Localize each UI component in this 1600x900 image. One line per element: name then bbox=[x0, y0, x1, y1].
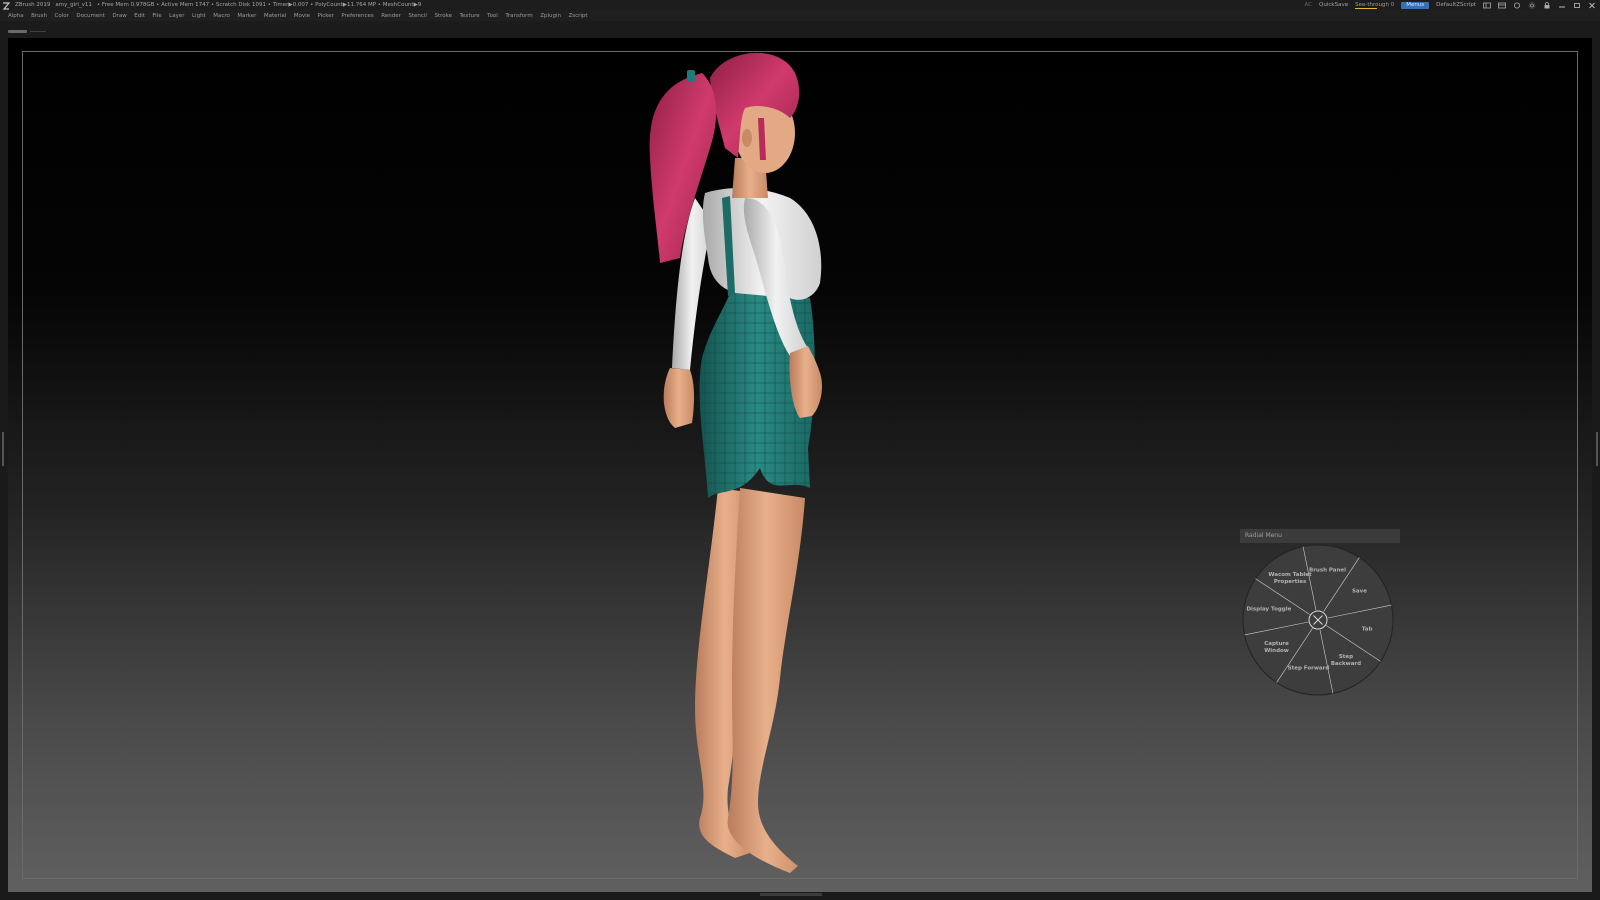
layout-icon[interactable] bbox=[1483, 2, 1491, 9]
radial-menu-panel[interactable]: Radial Menu Brush Panel Save Tab Step Backw… bbox=[1240, 529, 1400, 698]
menu-preferences[interactable]: Preferences bbox=[341, 13, 373, 19]
bottom-tray-handle[interactable] bbox=[760, 893, 822, 896]
menu-color[interactable]: Color bbox=[55, 13, 69, 19]
radial-menu-header[interactable]: Radial Menu bbox=[1240, 529, 1400, 543]
lock-icon[interactable] bbox=[1543, 1, 1551, 9]
see-through-slider[interactable]: See-through 0 bbox=[1355, 0, 1394, 10]
interface-icon[interactable] bbox=[1498, 2, 1506, 9]
character-3d-model[interactable] bbox=[640, 48, 870, 888]
memory-stats: • Free Mem 0.978GB • Active Mem 1747 • S… bbox=[96, 2, 422, 8]
menu-marker[interactable]: Marker bbox=[237, 13, 256, 19]
left-tray-handle[interactable] bbox=[2, 432, 4, 466]
hair-tie bbox=[687, 70, 695, 82]
radial-menu-title: Radial Menu bbox=[1245, 532, 1282, 539]
close-window-icon[interactable] bbox=[1588, 2, 1596, 9]
menu-alpha[interactable]: Alpha bbox=[8, 13, 24, 19]
gear-icon[interactable] bbox=[1528, 1, 1536, 9]
default-script-button[interactable]: DefaultZScript bbox=[1436, 0, 1476, 10]
front-leg bbox=[727, 488, 805, 873]
menu-stencil[interactable]: Stencil bbox=[408, 13, 427, 19]
menu-bar: Alpha Brush Color Document Draw Edit File Layer… bbox=[0, 10, 1600, 21]
tray-handle-secondary[interactable] bbox=[30, 31, 46, 32]
menu-picker[interactable]: Picker bbox=[318, 13, 334, 19]
menu-light[interactable]: Light bbox=[192, 13, 206, 19]
radial-item-step-forward[interactable]: Step Forward bbox=[1285, 666, 1331, 673]
menu-stroke[interactable]: Stroke bbox=[434, 13, 452, 19]
quicksave-button[interactable]: QuickSave bbox=[1319, 0, 1348, 10]
menu-file[interactable]: File bbox=[152, 13, 161, 19]
right-tray-handle[interactable] bbox=[1596, 432, 1598, 466]
back-hand bbox=[663, 368, 695, 428]
title-bar: ZBrush 2019 amy_girl_v11 • Free Mem 0.97… bbox=[0, 0, 1600, 10]
menu-zplugin[interactable]: Zplugin bbox=[540, 13, 561, 19]
menu-edit[interactable]: Edit bbox=[134, 13, 145, 19]
restore-icon[interactable] bbox=[1573, 2, 1581, 9]
menu-document[interactable]: Document bbox=[76, 13, 105, 19]
radial-wheel bbox=[1242, 544, 1394, 696]
menu-layer[interactable]: Layer bbox=[169, 13, 184, 19]
menu-macro[interactable]: Macro bbox=[213, 13, 230, 19]
see-through-bar bbox=[1355, 8, 1378, 9]
zbrush-logo-icon bbox=[2, 2, 10, 10]
ear bbox=[742, 129, 752, 147]
top-shelf bbox=[0, 21, 1600, 39]
menus-button[interactable]: Menus bbox=[1401, 1, 1430, 9]
palette-icon[interactable] bbox=[1513, 2, 1521, 9]
menu-zscript[interactable]: Zscript bbox=[568, 13, 587, 19]
radial-item-wacom-tablet-properties[interactable]: Wacom Tablet Properties bbox=[1267, 572, 1313, 586]
radial-item-tab[interactable]: Tab bbox=[1344, 626, 1390, 633]
tray-handle[interactable] bbox=[8, 30, 27, 33]
minimize-icon[interactable] bbox=[1558, 2, 1566, 9]
menu-brush[interactable]: Brush bbox=[31, 13, 47, 19]
menu-tool[interactable]: Tool bbox=[487, 13, 498, 19]
menu-render[interactable]: Render bbox=[381, 13, 401, 19]
radial-item-capture-window[interactable]: Capture Window bbox=[1254, 641, 1300, 655]
document-name: amy_girl_v11 bbox=[55, 2, 92, 8]
radial-item-display-toggle[interactable]: Display Toggle bbox=[1246, 607, 1292, 614]
menu-material[interactable]: Material bbox=[264, 13, 286, 19]
ac-label[interactable]: AC bbox=[1305, 0, 1313, 10]
radial-item-save[interactable]: Save bbox=[1336, 589, 1382, 596]
menu-texture[interactable]: Texture bbox=[460, 13, 480, 19]
menu-movie[interactable]: Movie bbox=[294, 13, 310, 19]
menu-transform[interactable]: Transform bbox=[505, 13, 532, 19]
menu-draw[interactable]: Draw bbox=[112, 13, 126, 19]
app-title: ZBrush 2019 bbox=[15, 2, 51, 8]
